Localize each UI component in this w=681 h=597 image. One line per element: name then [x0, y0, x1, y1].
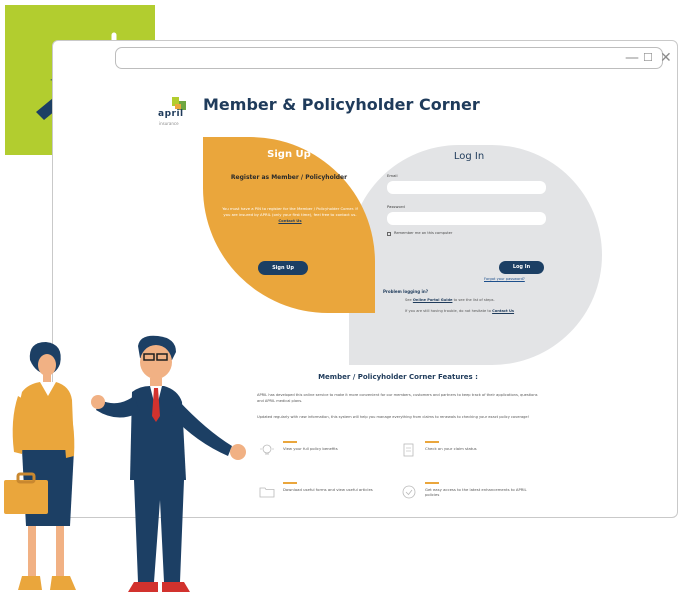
checkmark-icon	[402, 485, 416, 499]
contact-us-link[interactable]: Contact Us	[492, 309, 514, 313]
maximize-button[interactable]: ☐	[643, 47, 653, 69]
feature-item: Get easy access to the latest enhancemen…	[425, 482, 535, 498]
forgot-password-link[interactable]: Forgot your password?	[484, 277, 525, 281]
feature-text: Check on your claim status	[425, 445, 477, 451]
brand-name: april	[158, 109, 184, 119]
remember-label: Remember me on this computer	[394, 231, 453, 235]
feature-text: Get easy access to the latest enhancemen…	[425, 486, 527, 498]
signup-body-text: You must have a PIN to register for the …	[222, 206, 358, 217]
features-paragraph-2: Updated regularly with new information, …	[257, 415, 530, 419]
features-paragraph-1: APRIL has developed this online service …	[257, 393, 538, 403]
login-panel	[349, 145, 602, 365]
feature-text: Download useful forms and view useful ar…	[283, 486, 373, 492]
lightbulb-icon	[260, 444, 274, 455]
help-line-1: See Online Portal Guide to see the list …	[405, 298, 495, 302]
business-people-illustration	[4, 335, 246, 592]
email-label: Email	[387, 173, 398, 178]
features-title: Member / Policyholder Corner Features :	[318, 373, 478, 381]
minimize-button[interactable]: —	[625, 47, 639, 69]
feature-item: Check on your claim status	[425, 441, 525, 451]
online-portal-guide-link[interactable]: Online Portal Guide	[413, 298, 453, 302]
password-label: Password	[387, 204, 405, 209]
page-title: Member & Policyholder Corner	[203, 95, 480, 114]
close-button[interactable]: ✕	[660, 47, 672, 69]
folder-icon	[259, 487, 275, 498]
email-field[interactable]	[387, 181, 546, 194]
remember-checkbox[interactable]	[387, 232, 391, 236]
brand-subtitle: insurance	[159, 121, 179, 126]
help1-suffix: to see the list of steps.	[453, 298, 495, 302]
feature-text: View your full policy benefits	[283, 445, 338, 451]
password-field[interactable]	[387, 212, 546, 225]
signup-panel	[203, 137, 375, 313]
signup-contact-link[interactable]: Contact Us	[278, 218, 301, 223]
signup-button[interactable]: Sign Up	[258, 261, 308, 275]
feature-item: Download useful forms and view useful ar…	[283, 482, 383, 492]
signup-body: You must have a PIN to register for the …	[219, 206, 361, 224]
problem-logging-title: Problem logging in?	[383, 289, 429, 294]
help2-prefix: If you are still having trouble, do not …	[405, 309, 491, 313]
help1-prefix: See	[405, 298, 412, 302]
signup-subtitle: Register as Member / Policyholder	[230, 174, 348, 181]
address-bar[interactable]	[115, 47, 663, 69]
feature-item: View your full policy benefits	[283, 441, 383, 451]
login-title: Log In	[453, 151, 485, 162]
document-icon	[403, 443, 414, 457]
help-line-2: If you are still having trouble, do not …	[405, 309, 514, 313]
signup-title: Sign Up	[267, 149, 311, 160]
login-button[interactable]: Log In	[499, 261, 544, 274]
